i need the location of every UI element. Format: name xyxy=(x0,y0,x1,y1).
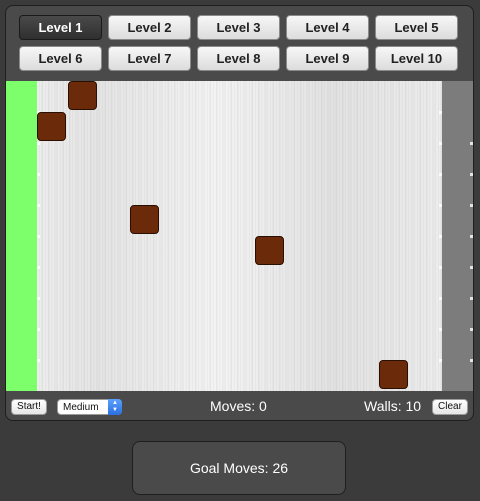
grid-marker xyxy=(37,328,40,331)
start-button[interactable]: Start! xyxy=(11,399,47,415)
grid-marker xyxy=(439,173,442,176)
grid-marker xyxy=(37,142,40,145)
grid-marker xyxy=(37,173,40,176)
grid-marker xyxy=(439,297,442,300)
grid-marker xyxy=(470,359,473,362)
level-4-button[interactable]: Level 4 xyxy=(286,15,369,40)
grid-marker xyxy=(439,328,442,331)
grid-marker xyxy=(439,111,442,114)
wall-block[interactable] xyxy=(130,205,159,234)
speed-select[interactable]: Medium ▲ ▼ xyxy=(57,399,122,415)
grid-marker xyxy=(37,266,40,269)
level-10-button[interactable]: Level 10 xyxy=(375,46,458,71)
level-1-button[interactable]: Level 1 xyxy=(19,15,102,40)
level-7-button[interactable]: Level 7 xyxy=(108,46,191,71)
goal-zone xyxy=(442,81,473,391)
grid-marker xyxy=(470,266,473,269)
grid-marker xyxy=(37,204,40,207)
clear-button[interactable]: Clear xyxy=(432,399,468,415)
grid-marker xyxy=(439,235,442,238)
grid-marker xyxy=(470,173,473,176)
level-5-button[interactable]: Level 5 xyxy=(375,15,458,40)
select-arrows-icon: ▲ ▼ xyxy=(108,399,122,415)
start-zone xyxy=(6,81,37,391)
grid-marker xyxy=(37,235,40,238)
wall-block[interactable] xyxy=(68,81,97,110)
grid-marker xyxy=(439,266,442,269)
grid-marker xyxy=(439,142,442,145)
wall-block[interactable] xyxy=(37,112,66,141)
grid-marker xyxy=(439,204,442,207)
speed-select-value: Medium xyxy=(63,402,99,413)
level-6-button[interactable]: Level 6 xyxy=(19,46,102,71)
grid-marker xyxy=(37,359,40,362)
grid-marker xyxy=(470,204,473,207)
grid-marker xyxy=(470,328,473,331)
goal-moves-display: Goal Moves: 26 xyxy=(132,441,346,495)
moves-counter: Moves: 0 xyxy=(210,398,267,414)
grid-marker xyxy=(439,359,442,362)
grid-marker xyxy=(470,142,473,145)
walls-counter: Walls: 10 xyxy=(364,398,422,414)
level-9-button[interactable]: Level 9 xyxy=(286,46,369,71)
level-8-button[interactable]: Level 8 xyxy=(197,46,280,71)
grid-marker xyxy=(37,297,40,300)
level-2-button[interactable]: Level 2 xyxy=(108,15,191,40)
wall-block[interactable] xyxy=(379,360,408,389)
wall-block[interactable] xyxy=(255,236,284,265)
game-board[interactable] xyxy=(6,81,473,391)
level-3-button[interactable]: Level 3 xyxy=(197,15,280,40)
grid-marker xyxy=(470,297,473,300)
grid-marker xyxy=(470,235,473,238)
